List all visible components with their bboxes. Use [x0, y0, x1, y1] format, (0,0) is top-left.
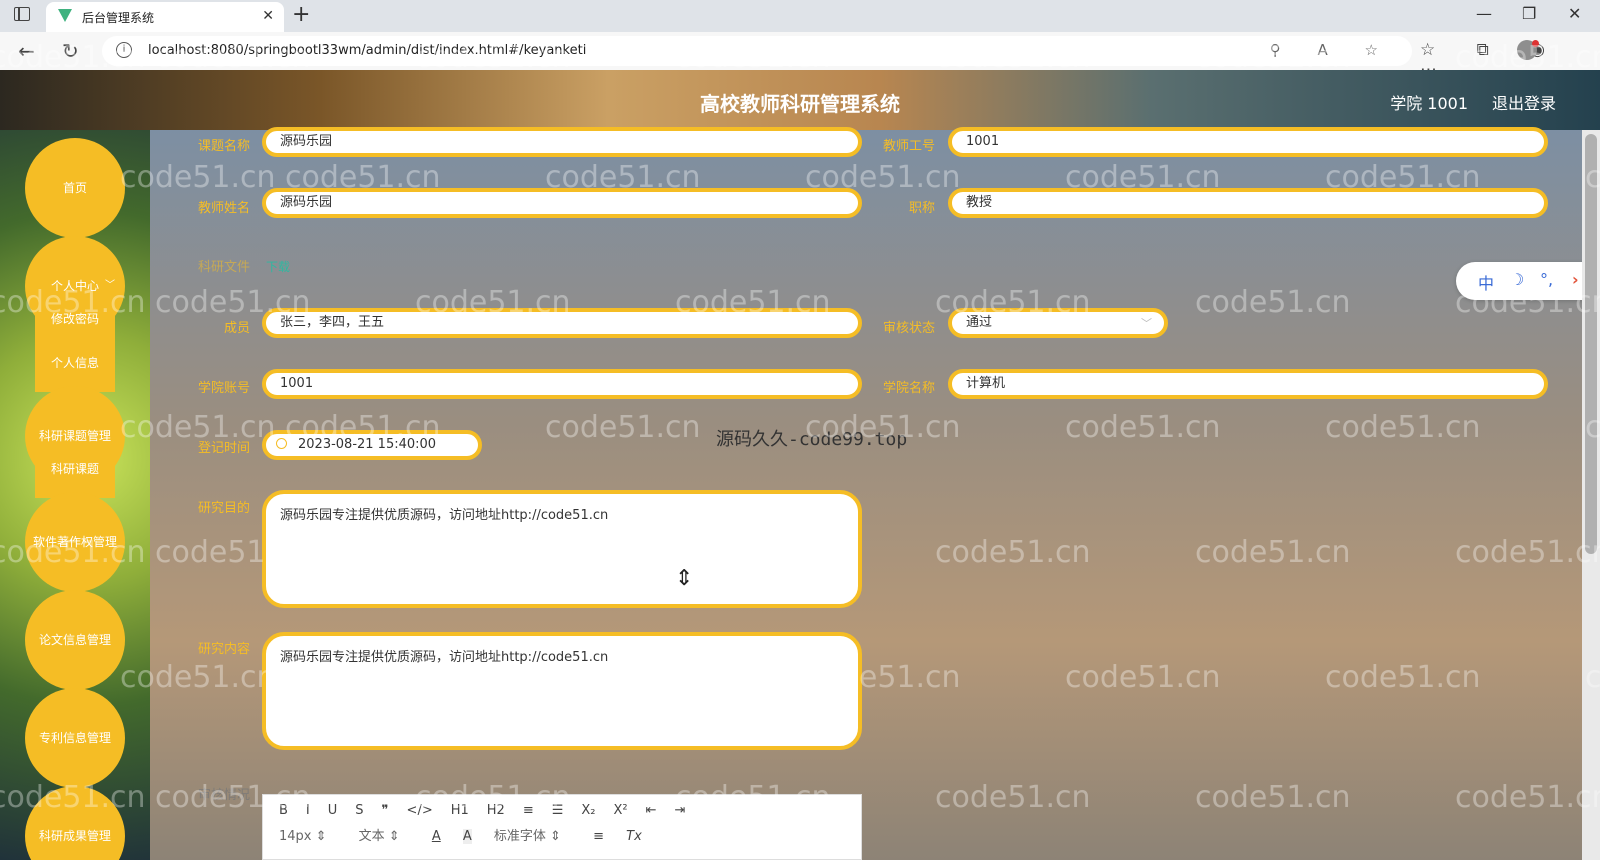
editor-tool-icon[interactable]: ❞ [382, 803, 389, 818]
submenu-research-topic[interactable]: 科研课题 [35, 446, 115, 498]
editor-tool-icon[interactable]: ☰ [552, 803, 564, 818]
scroll-thumb[interactable] [1585, 134, 1597, 554]
text-style-select[interactable]: 文本 ⇕ [359, 825, 400, 844]
vue-logo-icon [58, 9, 72, 22]
teacher-name-input[interactable]: 源码乐园 [262, 188, 862, 218]
font-color-icon[interactable]: A [432, 829, 441, 844]
url-actions-icon[interactable]: ⚲ A ☆ [1270, 41, 1394, 59]
sidebar: 首页 个人中心 ﹀ 修改密码 个人信息 科研课题管理 科研课题 软件著作权管理 … [0, 130, 150, 860]
minimize-icon[interactable]: — [1476, 4, 1492, 23]
moon-icon[interactable]: ☽ [1510, 270, 1524, 289]
title-rank-input[interactable]: 教授 [948, 188, 1548, 218]
clock-icon [276, 438, 287, 449]
label-college-account: 学院账号 [197, 381, 250, 396]
resize-cursor-icon: ⇕ [675, 566, 694, 591]
align-icon[interactable]: ≡ [593, 829, 604, 844]
review-status-value: 通过 [966, 315, 993, 330]
register-time-picker[interactable]: 2023-08-21 15:40:00 [262, 430, 482, 460]
reload-icon[interactable]: ↻ [62, 39, 79, 63]
label-review-reply: 审核情况 [197, 788, 250, 803]
research-purpose-textarea[interactable]: 源码乐园专注提供优质源码，访问地址http://code51.cn [262, 490, 862, 608]
label-topic-name: 课题名称 [197, 139, 250, 154]
teacher-id-input[interactable]: 1001 [948, 127, 1548, 157]
rich-text-editor[interactable]: B I U S ❞ </> H1 H2 ≡ ☰ X₂ X² ⇤ ⇥ 14px ⇕ 文本 ⇕ A A 标准字… [262, 794, 862, 860]
font-size-select[interactable]: 14px ⇕ [279, 829, 327, 844]
new-tab-icon[interactable]: + [292, 2, 310, 27]
review-status-select[interactable]: 通过 ﹀ [948, 308, 1168, 338]
topic-name-input[interactable]: 源码乐园 [262, 127, 862, 157]
label-title-rank: 职称 [908, 201, 935, 216]
tab-close-icon[interactable]: ✕ [262, 8, 274, 24]
menu-research-results[interactable]: 科研成果管理 [25, 786, 125, 860]
user-label: 学院 1001 [1390, 94, 1468, 113]
file-download-link[interactable]: 下载 [266, 258, 290, 275]
font-family-select[interactable]: 标准字体 ⇕ [494, 825, 561, 844]
tab-title: 后台管理系统 [82, 11, 155, 25]
register-time-value: 2023-08-21 15:40:00 [298, 437, 437, 452]
editor-tool-icon[interactable]: U [328, 803, 338, 818]
members-input[interactable]: 张三，李四，王五 [262, 308, 862, 338]
editor-tool-icon[interactable]: ⇥ [675, 803, 686, 818]
logout-link[interactable]: 退出登录 [1492, 90, 1556, 114]
editor-tool-icon[interactable]: B [279, 803, 288, 818]
college-name-input[interactable]: 计算机 [948, 369, 1548, 399]
punctuation-icon[interactable]: °, [1540, 270, 1553, 289]
app-header: 高校教师科研管理系统 学院 1001 退出登录 [0, 70, 1600, 130]
menu-patent-info[interactable]: 专利信息管理 [25, 688, 125, 788]
clear-format-icon[interactable]: Tx [626, 829, 642, 844]
menu-home[interactable]: 首页 [25, 138, 125, 238]
label-teacher-name: 教师姓名 [197, 201, 250, 216]
label-research-content: 研究内容 [197, 642, 250, 657]
menu-personal-center-label: 个人中心 [50, 279, 99, 293]
background-color-icon[interactable]: A [462, 829, 472, 844]
label-teacher-id: 教师工号 [882, 139, 935, 154]
back-icon[interactable]: ← [18, 39, 35, 63]
editor-tool-icon[interactable]: S [355, 803, 363, 818]
editor-tool-icon[interactable]: </> [407, 803, 433, 818]
editor-tool-icon[interactable]: H1 [451, 803, 469, 818]
app-title: 高校教师科研管理系统 [700, 92, 900, 116]
menu-software-copyright[interactable]: 软件著作权管理 [25, 492, 125, 592]
page-scrollbar[interactable] [1582, 130, 1600, 860]
editor-toolbar-row2: 14px ⇕ 文本 ⇕ A A 标准字体 ⇕ ≡ Tx [279, 825, 660, 844]
ime-lang-icon[interactable]: 中 [1478, 270, 1494, 294]
editor-tool-icon[interactable]: I [306, 803, 310, 818]
label-college-name: 学院名称 [882, 381, 935, 396]
menu-paper-info[interactable]: 论文信息管理 [25, 590, 125, 690]
close-window-icon[interactable]: ✕ [1568, 4, 1581, 23]
browser-tab[interactable]: 后台管理系统 ✕ [46, 2, 284, 32]
browser-tab-bar: 后台管理系统 ✕ + — ❐ ✕ [0, 0, 1600, 32]
label-research-purpose: 研究目的 [197, 501, 250, 516]
chevron-down-icon: ﹀ [1141, 317, 1152, 330]
chevron-right-icon[interactable]: › [1572, 270, 1579, 289]
tab-actions-icon[interactable] [14, 7, 30, 21]
college-account-input[interactable]: 1001 [262, 369, 862, 399]
floating-ime-toolbar[interactable]: 中 ☽ °, › [1456, 262, 1600, 300]
editor-tool-icon[interactable]: H2 [487, 803, 505, 818]
label-register-time: 登记时间 [197, 441, 250, 456]
url-text[interactable]: localhost:8080/springbootl33wm/admin/dis… [148, 43, 586, 58]
editor-tool-icon[interactable]: ≡ [523, 803, 534, 818]
site-info-icon[interactable]: i [116, 42, 132, 58]
label-members: 成员 [223, 321, 250, 336]
submenu-personal-info[interactable]: 个人信息 [35, 340, 115, 392]
restore-icon[interactable]: ❐ [1522, 4, 1536, 23]
editor-tool-icon[interactable]: ⇤ [646, 803, 657, 818]
editor-tool-icon[interactable]: X₂ [581, 803, 595, 818]
notification-dot [1532, 40, 1539, 47]
label-research-file: 科研文件 [197, 260, 250, 275]
editor-toolbar-row1: B I U S ❞ </> H1 H2 ≡ ☰ X₂ X² ⇤ ⇥ [279, 803, 703, 818]
url-field[interactable]: i localhost:8080/springbootl33wm/admin/d… [102, 36, 1412, 66]
center-watermark: 源码久久-code99.top [716, 429, 908, 450]
label-review-status: 审核状态 [882, 321, 935, 336]
editor-tool-icon[interactable]: X² [614, 803, 628, 818]
research-content-textarea[interactable]: 源码乐园专注提供优质源码，访问地址http://code51.cn [262, 632, 862, 750]
address-bar: ← ↻ i localhost:8080/springbootl33wm/adm… [0, 32, 1600, 80]
